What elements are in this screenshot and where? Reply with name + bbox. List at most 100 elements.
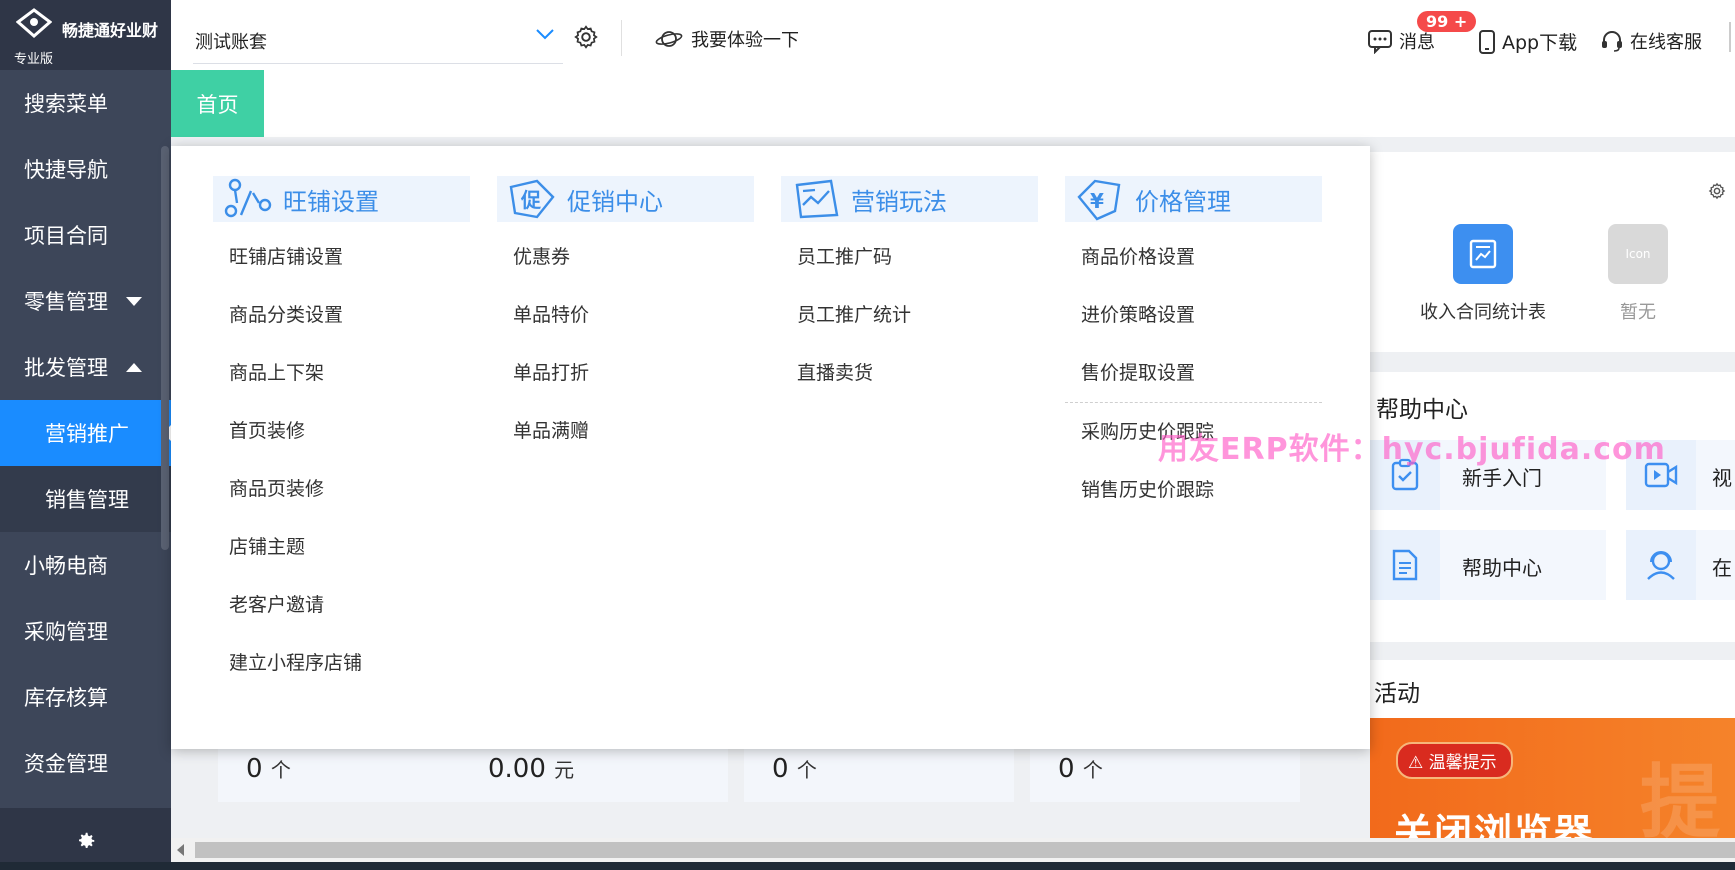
menu-item[interactable]: 老客户邀请: [229, 576, 470, 634]
app-tile-empty[interactable]: Icon 暂无: [1598, 224, 1678, 324]
help-center-panel: 帮助中心 新手入门 视 帮助中心 在: [1370, 372, 1735, 642]
sidebar-item-ecommerce[interactable]: 小畅电商: [0, 532, 171, 598]
menu-item[interactable]: 商品价格设置: [1081, 228, 1322, 286]
caret-down-icon: [126, 297, 142, 306]
svg-text:促: 促: [520, 188, 542, 212]
stat-card: 0 个: [1030, 742, 1300, 802]
app-tile-label: 收入合同统计表: [1420, 302, 1546, 323]
menu-item[interactable]: 店铺主题: [229, 518, 470, 576]
sidebar-item-inventory[interactable]: 库存核算: [0, 664, 171, 730]
online-service-button[interactable]: 在线客服: [1600, 28, 1702, 54]
quick-apps-panel: 收入合同统计表 Icon 暂无: [1370, 152, 1735, 352]
sidebar-item-search-menu[interactable]: 搜索菜单: [0, 70, 171, 136]
brand-logo[interactable]: 畅捷通好业财 专业版: [0, 0, 171, 70]
menu-column-title: 营销玩法: [851, 187, 947, 216]
stat-unit: 个: [796, 758, 817, 782]
trend-chart-icon: [795, 179, 839, 219]
header-divider: [621, 20, 622, 56]
menu-item[interactable]: 员工推广码: [797, 228, 1038, 286]
account-select[interactable]: 测试账套: [193, 20, 563, 64]
menu-item[interactable]: 销售历史价跟踪: [1081, 461, 1322, 519]
menu-column-header: 营销玩法: [781, 176, 1038, 222]
chat-icon: [1368, 30, 1392, 54]
tab-home[interactable]: 首页: [171, 70, 264, 137]
brand-logo-icon: [16, 8, 52, 38]
support-agent-icon: [1626, 530, 1696, 600]
menu-item[interactable]: 售价提取设置: [1081, 344, 1322, 402]
messages-button[interactable]: 消息: [1367, 28, 1435, 54]
menu-item[interactable]: 建立小程序店铺: [229, 634, 470, 692]
app-tile-label: 暂无: [1620, 302, 1656, 323]
sidebar-item-label: 销售管理: [45, 488, 129, 512]
stat-value: 0: [246, 754, 263, 784]
menu-column-header: 促 促销中心: [497, 176, 754, 222]
sidebar-item-funds[interactable]: 资金管理: [0, 730, 171, 796]
planet-icon: [655, 31, 683, 47]
menu-column-title: 促销中心: [567, 187, 663, 216]
help-card-label: 在: [1712, 556, 1732, 580]
brand-name: 畅捷通好业财: [62, 21, 159, 40]
headset-icon: [1602, 31, 1622, 52]
menu-item[interactable]: 旺铺店铺设置: [229, 228, 470, 286]
menu-item[interactable]: 商品分类设置: [229, 286, 470, 344]
help-card-online[interactable]: 在: [1626, 530, 1735, 600]
menu-item[interactable]: 优惠券: [513, 228, 754, 286]
menu-item[interactable]: 员工推广统计: [797, 286, 1038, 344]
sidebar-item-label: 营销推广: [45, 422, 129, 446]
sidebar-item-project-contract[interactable]: 项目合同: [0, 202, 171, 268]
scrollbar-thumb[interactable]: [195, 842, 1735, 858]
sidebar-scrollbar[interactable]: [161, 146, 169, 550]
sidebar-settings[interactable]: [0, 808, 171, 870]
account-settings-gear-icon[interactable]: [573, 24, 599, 50]
caret-up-icon: [126, 363, 142, 372]
scroll-left-arrow-icon[interactable]: [177, 844, 185, 856]
sidebar-item-label: 库存核算: [24, 686, 108, 710]
menu-item[interactable]: 进价策略设置: [1081, 286, 1322, 344]
horizontal-scrollbar[interactable]: [171, 838, 1735, 862]
app-tile-contract-stats[interactable]: 收入合同统计表: [1418, 224, 1548, 324]
sidebar-item-label: 快捷导航: [24, 158, 108, 182]
sidebar-item-marketing[interactable]: 营销推广: [0, 400, 171, 466]
warning-icon: ⚠: [1408, 753, 1424, 773]
sidebar-item-sales[interactable]: 销售管理: [0, 466, 171, 532]
warning-pill: ⚠ 温馨提示: [1396, 742, 1513, 779]
sidebar-item-quick-nav[interactable]: 快捷导航: [0, 136, 171, 202]
warning-pill-label: 温馨提示: [1428, 753, 1497, 773]
chevron-down-icon: [536, 29, 554, 40]
sidebar-item-label: 项目合同: [24, 224, 108, 248]
sidebar-item-purchase[interactable]: 采购管理: [0, 598, 171, 664]
menu-item[interactable]: 直播卖货: [797, 344, 1038, 402]
stat-value: 0: [772, 754, 789, 784]
sidebar-item-wholesale[interactable]: 批发管理: [0, 334, 171, 400]
menu-item[interactable]: 单品打折: [513, 344, 754, 402]
app-download-label: App下载: [1502, 32, 1578, 54]
help-card-help-center[interactable]: 帮助中心: [1370, 530, 1606, 600]
sidebar-item-label: 批发管理: [24, 356, 108, 380]
menu-item[interactable]: 商品上下架: [229, 344, 470, 402]
sidebar-item-label: 采购管理: [24, 620, 108, 644]
stat-card: 0 个: [744, 742, 1014, 802]
panel-settings-gear-icon[interactable]: [1708, 182, 1726, 200]
brand-edition: 专业版: [14, 52, 54, 67]
menu-item[interactable]: 单品满赠: [513, 402, 754, 460]
sidebar-item-label: 小畅电商: [24, 554, 108, 578]
sidebar-item-retail[interactable]: 零售管理: [0, 268, 171, 334]
phone-icon: [1479, 29, 1495, 54]
menu-item[interactable]: 首页装修: [229, 402, 470, 460]
stat-unit: 个: [270, 758, 291, 782]
try-experience-link[interactable]: 我要体验一下: [655, 26, 799, 52]
menu-column-header: 旺铺设置: [213, 176, 470, 222]
sidebar-item-label: 搜索菜单: [24, 92, 108, 116]
app-download-button[interactable]: App下载: [1478, 28, 1577, 55]
connector-icon: [224, 178, 272, 218]
promo-tag-icon: 促: [509, 179, 555, 219]
online-service-label: 在线客服: [1630, 32, 1702, 53]
sidebar-item-label: 零售管理: [24, 290, 108, 314]
menu-item[interactable]: 单品特价: [513, 286, 754, 344]
stat-value: 0: [1058, 754, 1075, 784]
header-edge-divider: [1729, 22, 1731, 52]
menu-column-title: 旺铺设置: [283, 187, 379, 216]
try-experience-label: 我要体验一下: [691, 30, 799, 51]
document-icon: [1370, 530, 1440, 600]
menu-item[interactable]: 商品页装修: [229, 460, 470, 518]
